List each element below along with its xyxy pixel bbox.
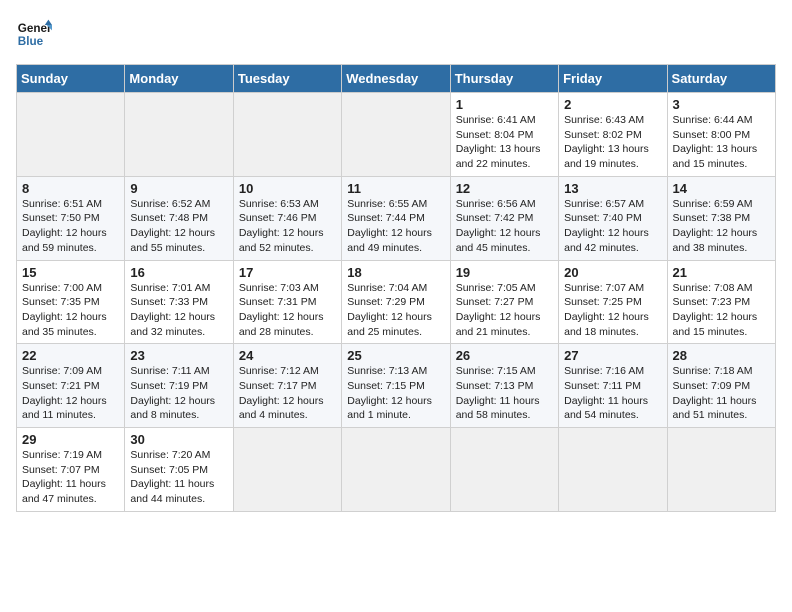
cell-content: Sunrise: 7:00 AMSunset: 7:35 PMDaylight:… bbox=[22, 281, 119, 340]
calendar-cell bbox=[667, 428, 775, 512]
day-number: 3 bbox=[673, 97, 770, 112]
calendar-cell: 22Sunrise: 7:09 AMSunset: 7:21 PMDayligh… bbox=[17, 344, 125, 428]
cell-content: Sunrise: 7:16 AMSunset: 7:11 PMDaylight:… bbox=[564, 364, 661, 423]
calendar-cell: 3Sunrise: 6:44 AMSunset: 8:00 PMDaylight… bbox=[667, 93, 775, 177]
day-number: 8 bbox=[22, 181, 119, 196]
calendar-cell: 27Sunrise: 7:16 AMSunset: 7:11 PMDayligh… bbox=[559, 344, 667, 428]
day-number: 15 bbox=[22, 265, 119, 280]
calendar-cell: 8Sunrise: 6:51 AMSunset: 7:50 PMDaylight… bbox=[17, 176, 125, 260]
calendar-cell: 26Sunrise: 7:15 AMSunset: 7:13 PMDayligh… bbox=[450, 344, 558, 428]
calendar-cell: 12Sunrise: 6:56 AMSunset: 7:42 PMDayligh… bbox=[450, 176, 558, 260]
day-number: 2 bbox=[564, 97, 661, 112]
cell-content: Sunrise: 6:43 AMSunset: 8:02 PMDaylight:… bbox=[564, 113, 661, 172]
calendar-cell bbox=[450, 428, 558, 512]
day-number: 26 bbox=[456, 348, 553, 363]
col-header-sunday: Sunday bbox=[17, 65, 125, 93]
calendar-cell: 28Sunrise: 7:18 AMSunset: 7:09 PMDayligh… bbox=[667, 344, 775, 428]
day-number: 16 bbox=[130, 265, 227, 280]
calendar-table: SundayMondayTuesdayWednesdayThursdayFrid… bbox=[16, 64, 776, 512]
cell-content: Sunrise: 7:05 AMSunset: 7:27 PMDaylight:… bbox=[456, 281, 553, 340]
cell-content: Sunrise: 7:07 AMSunset: 7:25 PMDaylight:… bbox=[564, 281, 661, 340]
cell-content: Sunrise: 7:01 AMSunset: 7:33 PMDaylight:… bbox=[130, 281, 227, 340]
col-header-saturday: Saturday bbox=[667, 65, 775, 93]
page-header: General Blue bbox=[16, 16, 776, 52]
calendar-cell: 19Sunrise: 7:05 AMSunset: 7:27 PMDayligh… bbox=[450, 260, 558, 344]
cell-content: Sunrise: 7:08 AMSunset: 7:23 PMDaylight:… bbox=[673, 281, 770, 340]
calendar-cell: 11Sunrise: 6:55 AMSunset: 7:44 PMDayligh… bbox=[342, 176, 450, 260]
cell-content: Sunrise: 7:04 AMSunset: 7:29 PMDaylight:… bbox=[347, 281, 444, 340]
calendar-cell: 9Sunrise: 6:52 AMSunset: 7:48 PMDaylight… bbox=[125, 176, 233, 260]
day-number: 14 bbox=[673, 181, 770, 196]
calendar-cell bbox=[233, 93, 341, 177]
calendar-cell: 23Sunrise: 7:11 AMSunset: 7:19 PMDayligh… bbox=[125, 344, 233, 428]
cell-content: Sunrise: 7:19 AMSunset: 7:07 PMDaylight:… bbox=[22, 448, 119, 507]
calendar-cell: 15Sunrise: 7:00 AMSunset: 7:35 PMDayligh… bbox=[17, 260, 125, 344]
cell-content: Sunrise: 7:13 AMSunset: 7:15 PMDaylight:… bbox=[347, 364, 444, 423]
cell-content: Sunrise: 7:09 AMSunset: 7:21 PMDaylight:… bbox=[22, 364, 119, 423]
day-number: 25 bbox=[347, 348, 444, 363]
col-header-friday: Friday bbox=[559, 65, 667, 93]
day-number: 13 bbox=[564, 181, 661, 196]
calendar-cell bbox=[342, 93, 450, 177]
cell-content: Sunrise: 6:56 AMSunset: 7:42 PMDaylight:… bbox=[456, 197, 553, 256]
calendar-cell: 20Sunrise: 7:07 AMSunset: 7:25 PMDayligh… bbox=[559, 260, 667, 344]
cell-content: Sunrise: 6:53 AMSunset: 7:46 PMDaylight:… bbox=[239, 197, 336, 256]
calendar-cell: 17Sunrise: 7:03 AMSunset: 7:31 PMDayligh… bbox=[233, 260, 341, 344]
calendar-cell: 30Sunrise: 7:20 AMSunset: 7:05 PMDayligh… bbox=[125, 428, 233, 512]
cell-content: Sunrise: 7:11 AMSunset: 7:19 PMDaylight:… bbox=[130, 364, 227, 423]
day-number: 30 bbox=[130, 432, 227, 447]
calendar-cell: 16Sunrise: 7:01 AMSunset: 7:33 PMDayligh… bbox=[125, 260, 233, 344]
day-number: 24 bbox=[239, 348, 336, 363]
cell-content: Sunrise: 6:41 AMSunset: 8:04 PMDaylight:… bbox=[456, 113, 553, 172]
day-number: 27 bbox=[564, 348, 661, 363]
calendar-cell bbox=[17, 93, 125, 177]
calendar-cell: 21Sunrise: 7:08 AMSunset: 7:23 PMDayligh… bbox=[667, 260, 775, 344]
cell-content: Sunrise: 6:52 AMSunset: 7:48 PMDaylight:… bbox=[130, 197, 227, 256]
day-number: 1 bbox=[456, 97, 553, 112]
day-number: 22 bbox=[22, 348, 119, 363]
calendar-cell: 29Sunrise: 7:19 AMSunset: 7:07 PMDayligh… bbox=[17, 428, 125, 512]
calendar-cell: 18Sunrise: 7:04 AMSunset: 7:29 PMDayligh… bbox=[342, 260, 450, 344]
cell-content: Sunrise: 6:51 AMSunset: 7:50 PMDaylight:… bbox=[22, 197, 119, 256]
calendar-cell: 24Sunrise: 7:12 AMSunset: 7:17 PMDayligh… bbox=[233, 344, 341, 428]
day-number: 28 bbox=[673, 348, 770, 363]
cell-content: Sunrise: 7:18 AMSunset: 7:09 PMDaylight:… bbox=[673, 364, 770, 423]
col-header-wednesday: Wednesday bbox=[342, 65, 450, 93]
calendar-cell: 1Sunrise: 6:41 AMSunset: 8:04 PMDaylight… bbox=[450, 93, 558, 177]
cell-content: Sunrise: 6:55 AMSunset: 7:44 PMDaylight:… bbox=[347, 197, 444, 256]
day-number: 19 bbox=[456, 265, 553, 280]
col-header-thursday: Thursday bbox=[450, 65, 558, 93]
day-number: 17 bbox=[239, 265, 336, 280]
day-number: 18 bbox=[347, 265, 444, 280]
col-header-monday: Monday bbox=[125, 65, 233, 93]
calendar-cell bbox=[233, 428, 341, 512]
day-number: 11 bbox=[347, 181, 444, 196]
day-number: 12 bbox=[456, 181, 553, 196]
cell-content: Sunrise: 7:12 AMSunset: 7:17 PMDaylight:… bbox=[239, 364, 336, 423]
day-number: 9 bbox=[130, 181, 227, 196]
cell-content: Sunrise: 7:15 AMSunset: 7:13 PMDaylight:… bbox=[456, 364, 553, 423]
cell-content: Sunrise: 6:44 AMSunset: 8:00 PMDaylight:… bbox=[673, 113, 770, 172]
cell-content: Sunrise: 7:20 AMSunset: 7:05 PMDaylight:… bbox=[130, 448, 227, 507]
day-number: 21 bbox=[673, 265, 770, 280]
calendar-cell: 13Sunrise: 6:57 AMSunset: 7:40 PMDayligh… bbox=[559, 176, 667, 260]
calendar-cell bbox=[125, 93, 233, 177]
logo-icon: General Blue bbox=[16, 16, 52, 52]
calendar-cell: 14Sunrise: 6:59 AMSunset: 7:38 PMDayligh… bbox=[667, 176, 775, 260]
cell-content: Sunrise: 6:57 AMSunset: 7:40 PMDaylight:… bbox=[564, 197, 661, 256]
calendar-cell: 2Sunrise: 6:43 AMSunset: 8:02 PMDaylight… bbox=[559, 93, 667, 177]
logo: General Blue bbox=[16, 16, 52, 52]
calendar-cell: 10Sunrise: 6:53 AMSunset: 7:46 PMDayligh… bbox=[233, 176, 341, 260]
calendar-cell: 25Sunrise: 7:13 AMSunset: 7:15 PMDayligh… bbox=[342, 344, 450, 428]
day-number: 29 bbox=[22, 432, 119, 447]
col-header-tuesday: Tuesday bbox=[233, 65, 341, 93]
day-number: 23 bbox=[130, 348, 227, 363]
cell-content: Sunrise: 7:03 AMSunset: 7:31 PMDaylight:… bbox=[239, 281, 336, 340]
calendar-cell bbox=[559, 428, 667, 512]
day-number: 10 bbox=[239, 181, 336, 196]
cell-content: Sunrise: 6:59 AMSunset: 7:38 PMDaylight:… bbox=[673, 197, 770, 256]
day-number: 20 bbox=[564, 265, 661, 280]
calendar-cell bbox=[342, 428, 450, 512]
svg-text:Blue: Blue bbox=[18, 35, 44, 48]
